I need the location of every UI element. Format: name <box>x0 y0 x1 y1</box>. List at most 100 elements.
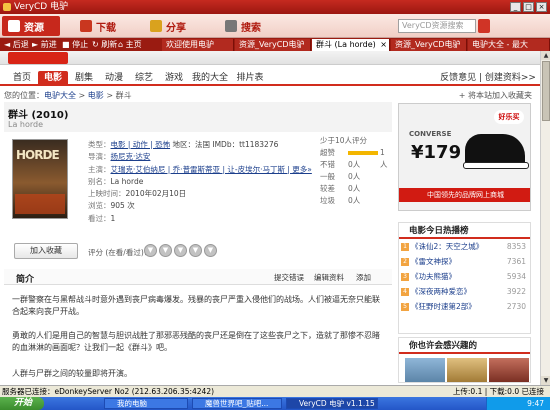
hot-item-count: 3922 <box>506 287 526 296</box>
add-favorite-button[interactable]: 加入收藏 <box>14 243 78 259</box>
transfer-status: 上传:0.1 | 下载:0.0 已连接 <box>452 387 544 396</box>
task-my-computer[interactable]: 我的电脑 <box>104 398 188 409</box>
refresh-button[interactable]: ↻ 刷新 <box>92 39 117 50</box>
hot-item-name[interactable]: 《诛仙2：天空之城》 <box>411 242 483 251</box>
tab-resources-1[interactable]: 资源_VeryCD电驴 <box>235 39 311 51</box>
info-value: 1 <box>110 213 116 223</box>
tab-label: 资源_VeryCD电驴 <box>395 40 461 49</box>
resources-button[interactable]: 资源 <box>2 16 60 36</box>
resources-label: 资源 <box>24 22 44 34</box>
info-row-cast: 主演：艾瑞克·艾伯纳尼 | 乔·普雷斯蒂亚 | 让-皮埃尔·马丁斯 | 更多» <box>88 164 313 176</box>
star-4-icon[interactable]: ▼ <box>189 244 202 257</box>
star-5-icon[interactable]: ▼ <box>204 244 217 257</box>
homepage-label: 主页 <box>125 40 142 49</box>
tab-close-icon[interactable]: × <box>380 39 387 51</box>
window-title: VeryCD 电驴 <box>14 2 69 12</box>
hot-item-name[interactable]: 《功夫熊猫》 <box>411 272 456 281</box>
download-button[interactable]: 下载 <box>80 16 116 36</box>
hot-list-item[interactable]: 5 《狂野时速第2部》 2730 <box>399 299 530 314</box>
bookmark-site-link[interactable]: + 将本站加入收藏夹 <box>459 90 532 101</box>
recommend-thumb[interactable] <box>489 358 529 382</box>
nav-games[interactable]: 游戏 <box>160 71 188 86</box>
info-value[interactable]: 艾瑞克·艾伯纳尼 | 乔·普雷斯蒂亚 | 让-皮埃尔·马丁斯 | 更多» <box>111 165 312 174</box>
movie-info: 类型：电影 | 动作 | 恐怖 地区：法国 IMDb：tt1183276 导演：… <box>88 139 313 225</box>
hot-list-item[interactable]: 4 《深夜两种爱恋》 3922 <box>399 284 530 299</box>
hot-list-item[interactable]: 1 《诛仙2：天空之城》 8353 <box>399 239 530 254</box>
tab-label: 资源_VeryCD电驴 <box>239 40 305 49</box>
nav-anime[interactable]: 动漫 <box>100 71 128 86</box>
task-verycd[interactable]: VeryCD 电驴 v1.1.15 <box>286 398 378 409</box>
converse-ad[interactable]: 好乐买 CONVERSE ¥179 中国领先的品牌网上商城 <box>398 103 531 211</box>
hot-list-item[interactable]: 2 《雷文神探》 7361 <box>399 254 530 269</box>
info-value[interactable]: 扬尼克·达安 <box>111 152 151 161</box>
hot-item-name[interactable]: 《深夜两种爱恋》 <box>411 287 471 296</box>
ad-brand: CONVERSE <box>409 130 452 138</box>
synopsis-paragraph: 人群与尸群之间的较量即将开演。 <box>12 369 132 378</box>
hot-item-name[interactable]: 《狂野时速第2部》 <box>411 302 476 311</box>
star-2-icon[interactable]: ▼ <box>159 244 172 257</box>
nav-my-encyclopedia[interactable]: 我的大全 <box>190 71 230 86</box>
add-link[interactable]: 添加 <box>356 272 371 283</box>
info-row-watched: 看过：1 <box>88 213 313 225</box>
share-button[interactable]: 分享 <box>150 16 186 36</box>
search-input[interactable]: VeryCD资源搜索 <box>398 19 476 33</box>
recommend-title: 你也许会感兴趣的 <box>399 338 530 354</box>
breadcrumb-item[interactable]: 电驴大全 <box>44 91 76 100</box>
rating-count: 0人 <box>348 196 361 205</box>
edit-info-link[interactable]: 编辑资料 <box>314 272 344 283</box>
window-controls: _ □ × <box>510 2 547 12</box>
info-row-release: 上映时间：2010年02月10日 <box>88 188 313 200</box>
rating-label: 不错 <box>320 160 335 169</box>
breadcrumb-item: 群斗 <box>115 91 132 100</box>
hot-item-name[interactable]: 《雷文神探》 <box>411 257 456 266</box>
recommend-thumb[interactable] <box>405 358 445 382</box>
tab-welcome[interactable]: 欢迎使用电驴 <box>162 39 234 51</box>
scroll-thumb[interactable] <box>542 61 550 121</box>
info-label: 看过： <box>88 213 111 223</box>
close-window-button[interactable]: × <box>536 2 547 12</box>
info-row-genre: 类型：电影 | 动作 | 恐怖 地区：法国 IMDb：tt1183276 <box>88 139 313 151</box>
feedback-link[interactable]: 反馈意见 | 创建资料>> <box>440 71 536 86</box>
breadcrumb-item[interactable]: 电影 <box>88 91 104 100</box>
start-button[interactable]: 开始 <box>0 397 44 410</box>
hot-movies-box: 电影今日热播榜 1 《诛仙2：天空之城》 8353 2 《雷文神探》 7361 3 《功夫… <box>398 222 531 334</box>
info-row-director: 导演：扬尼克·达安 <box>88 151 313 163</box>
nav-movies[interactable]: 电影 <box>38 71 68 86</box>
movie-poster[interactable]: HORDE <box>12 139 68 219</box>
rating-label: 超赞 <box>320 148 335 157</box>
task-browser[interactable]: 魔兽世界吧_贴吧... <box>192 398 282 409</box>
nav-home[interactable]: 首页 <box>8 71 36 86</box>
forward-button[interactable]: ► 前进 <box>32 39 57 50</box>
scroll-up-icon[interactable]: ▲ <box>541 51 550 60</box>
scroll-down-icon[interactable]: ▼ <box>541 376 550 385</box>
nav-series[interactable]: 剧集 <box>70 71 98 86</box>
stop-button[interactable]: ■ 停止 <box>62 39 88 50</box>
hot-list-item[interactable]: 3 《功夫熊猫》 5934 <box>399 269 530 284</box>
nav-schedule[interactable]: 排片表 <box>232 71 268 86</box>
search-go-button[interactable] <box>478 19 490 33</box>
rating-row: 不错 0人 <box>320 159 390 171</box>
rating-summary: 少于10人评分 <box>320 136 368 145</box>
info-value[interactable]: 电影 | 动作 | 恐怖 <box>111 140 171 149</box>
rating-breakdown: 少于10人评分 超赞 1人 不错 0人 一般 0人 较差 0人 垃圾 0人 <box>320 135 390 207</box>
site-logo[interactable] <box>8 52 68 64</box>
tab-la-horde[interactable]: 群斗 (La horde) × <box>312 39 390 51</box>
report-error-link[interactable]: 提交错误 <box>274 272 304 283</box>
recommend-thumb[interactable] <box>447 358 487 382</box>
tab-encyclopedia[interactable]: 电驴大全 - 最大 <box>468 39 550 51</box>
back-button[interactable]: ◄ 后退 <box>4 39 29 50</box>
hot-item-count: 7361 <box>506 257 526 266</box>
ad-price: ¥179 <box>411 142 462 163</box>
nav-variety[interactable]: 综艺 <box>130 71 158 86</box>
search-tab-button[interactable]: 搜索 <box>225 16 261 36</box>
maximize-button[interactable]: □ <box>523 2 534 12</box>
homepage-button[interactable]: ⌂ 主页 <box>118 39 142 50</box>
minimize-button[interactable]: _ <box>510 2 521 12</box>
share-icon <box>150 20 162 32</box>
info-row-views: 浏览：905 次 <box>88 200 313 212</box>
page-scrollbar[interactable]: ▲ ▼ <box>540 51 550 385</box>
back-label: 后退 <box>12 40 29 49</box>
star-3-icon[interactable]: ▼ <box>174 244 187 257</box>
tab-resources-2[interactable]: 资源_VeryCD电驴 <box>391 39 467 51</box>
star-1-icon[interactable]: ▼ <box>144 244 157 257</box>
